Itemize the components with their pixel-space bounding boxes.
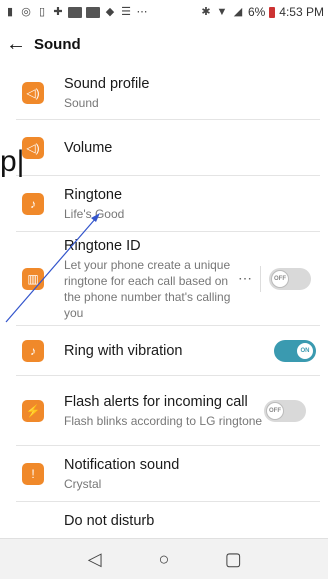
signal-icon: ◢	[233, 6, 243, 18]
ring-with-vibration-toggle[interactable]: ON	[274, 339, 316, 362]
item-title: Ring with vibration	[64, 342, 183, 359]
flash-alerts-toggle[interactable]: OFF	[264, 399, 306, 422]
app-icon	[86, 6, 100, 18]
ringtone-id-icon: ▥	[22, 267, 44, 290]
list-item-ring-with-vibration[interactable]: ♪ Ring with vibration ON	[16, 326, 320, 376]
more-icon: ⋯	[136, 6, 148, 18]
annotation-text: p|	[0, 145, 25, 178]
wifi-hotspot-icon: ◎	[21, 6, 31, 18]
sim-icon: ▮	[6, 6, 14, 18]
app-icon	[68, 6, 82, 18]
list-item-volume[interactable]: ◁) Volume	[16, 120, 320, 176]
list-item-do-not-disturb[interactable]: Do not disturb	[16, 502, 320, 538]
divider	[260, 265, 261, 292]
item-title: Sound profile	[64, 75, 150, 92]
battery-percent: 6%	[247, 5, 266, 19]
clock: 4:53 PM	[279, 5, 324, 19]
list-item-ringtone[interactable]: ♪ Ringtone Life's Good	[16, 176, 320, 232]
nfc-icon: ▯	[38, 6, 46, 18]
notification-icons: ▮ ◎ ▯ ✚ ◆ ☰ ⋯	[4, 6, 148, 18]
page-title: Sound	[34, 35, 81, 53]
nav-home-icon[interactable]: ○	[149, 549, 179, 570]
navigation-bar: ◁ ○ ▢	[0, 538, 328, 579]
list-item-ringtone-id[interactable]: ▥ Ringtone ID Let your phone create a un…	[16, 232, 320, 326]
system-status: ✱ ▼ ◢ 6% 4:53 PM	[200, 5, 324, 19]
item-subtitle: Flash blinks according to LG ringtone	[64, 413, 263, 428]
item-subtitle: Let your phone create a unique ringtone …	[64, 257, 231, 320]
ringtone-icon: ♪	[22, 192, 44, 215]
bluetooth-icon: ✱	[201, 6, 211, 18]
toggle-knob: ON	[296, 341, 314, 360]
list-item-notification-sound[interactable]: ! Notification sound Crystal	[16, 446, 320, 502]
item-title: Ringtone ID	[64, 237, 141, 254]
item-title: Notification sound	[64, 456, 180, 473]
vibration-icon: ♪	[22, 339, 44, 362]
notification-icon: !	[22, 462, 44, 485]
battery-icon	[269, 6, 276, 18]
volume-icon: ◁)	[22, 136, 44, 159]
settings-list: ◁) Sound profile Sound ◁) Volume ♪ Ringt…	[0, 66, 328, 538]
status-bar: ▮ ◎ ▯ ✚ ◆ ☰ ⋯ ✱ ▼ ◢ 6% 4:53 PM	[0, 0, 328, 24]
toggle-knob: OFF	[271, 269, 289, 288]
item-subtitle: Crystal	[64, 476, 102, 491]
item-title: Do not disturb	[64, 513, 155, 529]
back-arrow-icon[interactable]: ←	[6, 33, 34, 56]
speaker-icon: ◁)	[22, 81, 44, 104]
wifi-icon: ▼	[216, 6, 228, 18]
item-subtitle: Life's Good	[64, 206, 125, 221]
toggle-knob: OFF	[266, 401, 284, 420]
item-title: Ringtone	[64, 186, 123, 203]
app-bar: ← Sound	[0, 24, 328, 64]
app-icon: ☰	[121, 6, 131, 18]
app-icon: ✚	[53, 6, 63, 18]
ringtone-id-toggle[interactable]: OFF	[269, 267, 311, 290]
more-options-icon[interactable]: ⋯	[238, 270, 252, 287]
nav-recents-icon[interactable]: ▢	[218, 549, 248, 570]
item-title: Volume	[64, 139, 113, 156]
app-icon: ◆	[105, 6, 115, 18]
item-subtitle: Sound	[64, 95, 99, 110]
nav-back-icon[interactable]: ◁	[80, 549, 110, 570]
list-item-flash-alerts[interactable]: ⚡ Flash alerts for incoming call Flash b…	[16, 376, 320, 446]
list-item-sound-profile[interactable]: ◁) Sound profile Sound	[16, 66, 320, 120]
item-title: Flash alerts for incoming call	[64, 393, 248, 410]
flash-icon: ⚡	[22, 399, 44, 422]
